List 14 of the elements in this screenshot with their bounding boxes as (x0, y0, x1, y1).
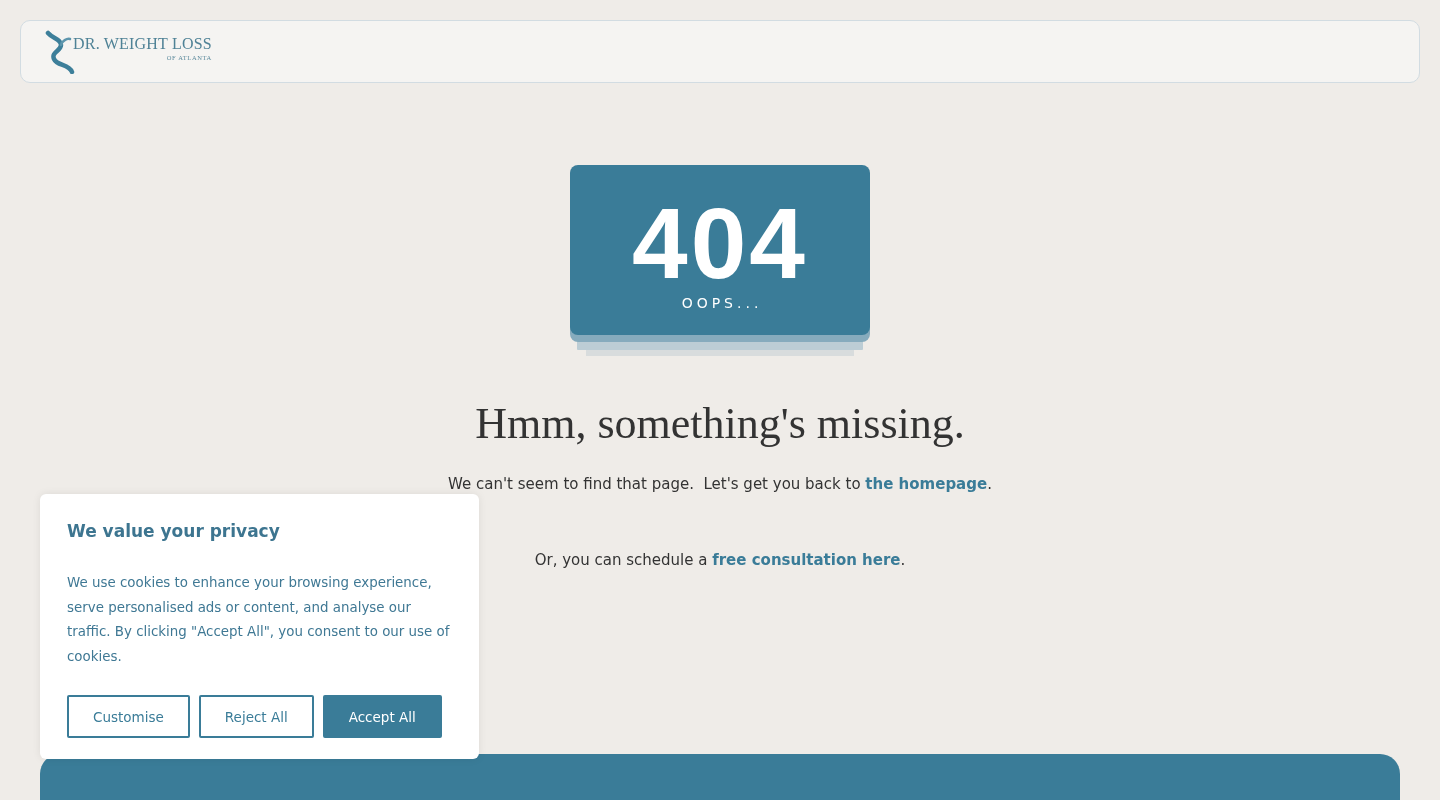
error-caption: OOPS... (681, 295, 763, 311)
cookie-button[interactable]: Reject All (198, 695, 314, 739)
error-code: 404 (632, 193, 808, 293)
cookie-title: We value your privacy (67, 520, 281, 543)
cookie-text: We use cookies to enhance your browsing experience, serve personalised ads or content, and analyse our traffic. By clicking "Accept All", you consent to our use of cookies. (67, 574, 450, 666)
homepage-link[interactable]: the homepage (865, 475, 988, 493)
logo-title: DR. WEIGHT LOSS (73, 35, 212, 53)
message-text: Or, you can schedule a free consultation here. (534, 550, 906, 571)
cookie-button[interactable]: Accept All (322, 695, 442, 739)
cookie-button[interactable]: Customise (67, 695, 190, 739)
consultation-link[interactable]: free consultation here (712, 551, 901, 569)
message-text: We can't seem to find that page. Let's get you back to the homepage. (448, 474, 992, 495)
helix-logo-icon (45, 29, 75, 74)
page-heading: Hmm, something's missing. (475, 399, 965, 449)
